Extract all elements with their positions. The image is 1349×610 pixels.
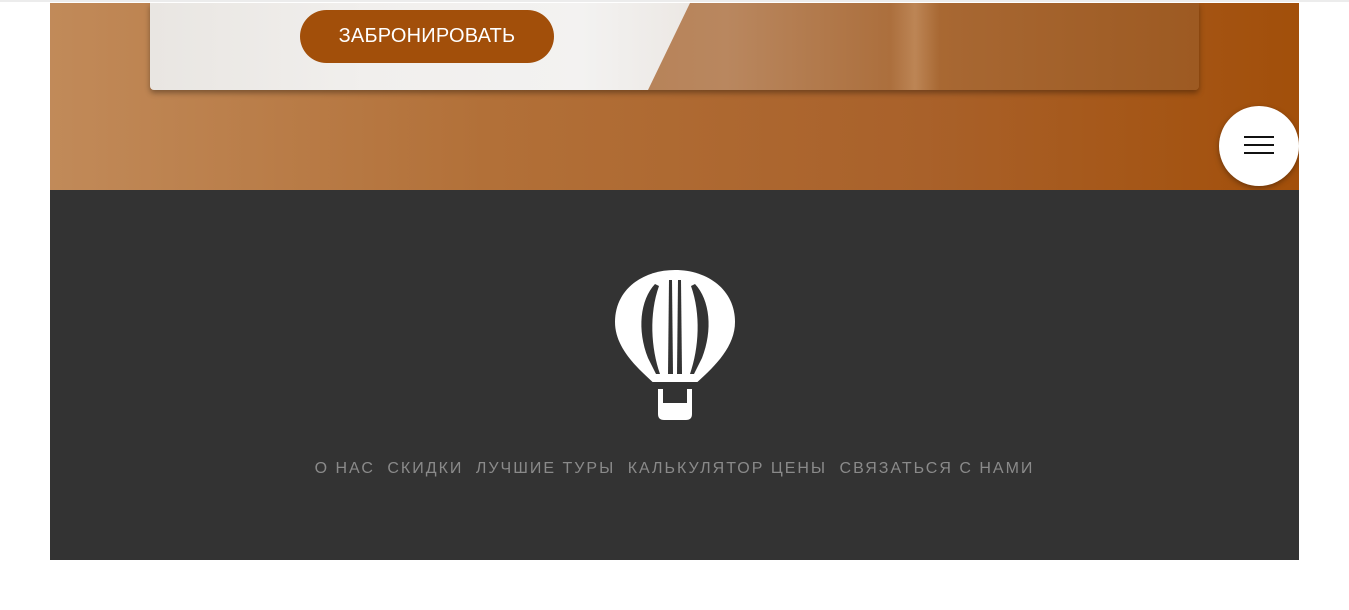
footer-nav-discounts[interactable]: СКИДКИ [387,460,463,478]
hamburger-line-middle [1244,144,1274,146]
footer-nav: О НАС СКИДКИ ЛУЧШИЕ ТУРЫ КАЛЬКУЛЯТОР ЦЕН… [50,460,1299,478]
booking-card-photo-highlight [890,3,940,90]
footer-nav-best-tours[interactable]: ЛУЧШИЕ ТУРЫ [476,460,615,478]
hamburger-line-bottom [1244,152,1274,154]
top-border [0,0,1349,2]
footer-nav-price-calculator[interactable]: КАЛЬКУЛЯТОР ЦЕНЫ [628,460,827,478]
hamburger-line-top [1244,136,1274,138]
hot-air-balloon-icon [615,270,735,420]
footer-nav-contact[interactable]: СВЯЗАТЬСЯ С НАМИ [840,460,1035,478]
booking-card: ЗАБРОНИРОВАТЬ [150,3,1199,90]
book-button[interactable]: ЗАБРОНИРОВАТЬ [300,10,554,63]
menu-button[interactable] [1219,106,1299,186]
footer: О НАС СКИДКИ ЛУЧШИЕ ТУРЫ КАЛЬКУЛЯТОР ЦЕН… [50,190,1299,560]
hero-section: ЗАБРОНИРОВАТЬ [50,3,1299,190]
footer-nav-about[interactable]: О НАС [315,460,375,478]
